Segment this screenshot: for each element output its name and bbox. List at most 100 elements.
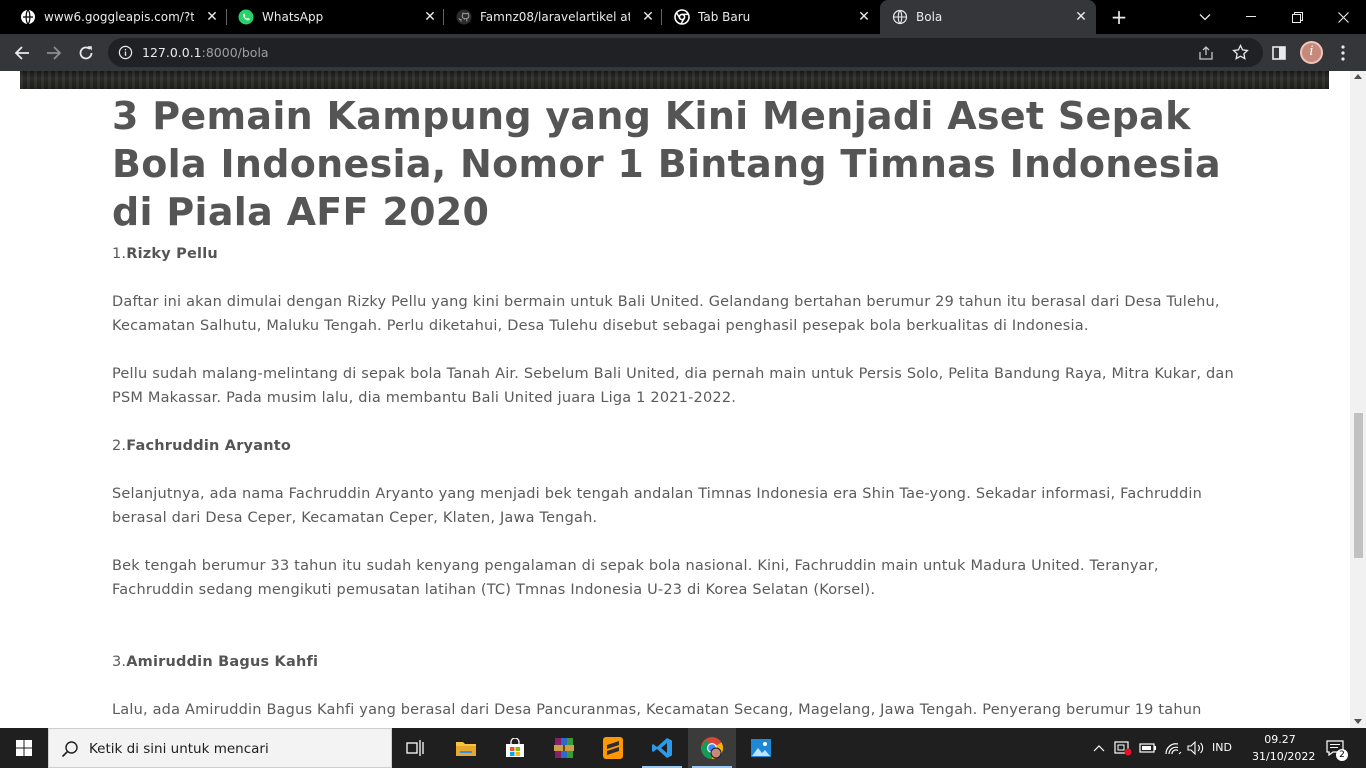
- avatar-letter: i: [1309, 44, 1314, 59]
- url-path: :8000/bola: [201, 45, 269, 60]
- tab-title: WhatsApp: [262, 10, 324, 24]
- profile-avatar[interactable]: i: [1300, 41, 1323, 64]
- section-heading: 3.Amiruddin Bagus Kahfi: [112, 650, 1242, 674]
- browser-toolbar: 127.0.0.1:8000/bola i: [0, 34, 1366, 71]
- close-tab-icon[interactable]: ✕: [422, 9, 438, 25]
- chrome-icon: [701, 737, 723, 759]
- minimize-button[interactable]: [1228, 0, 1274, 34]
- menu-button[interactable]: [1332, 42, 1354, 64]
- chrome-button[interactable]: [688, 728, 736, 768]
- close-tab-icon[interactable]: ✕: [640, 9, 656, 25]
- tab-title: www6.goggleapis.com/?tem: [44, 10, 194, 24]
- article: 3 Pemain Kampung yang Kini Menjadi Aset …: [112, 92, 1242, 722]
- photos-button[interactable]: [737, 728, 785, 768]
- page-scrollbar[interactable]: [1350, 71, 1366, 728]
- battery-icon: [1139, 743, 1156, 753]
- close-tab-icon[interactable]: ✕: [856, 9, 872, 25]
- tab-new-tab[interactable]: Tab Baru ✕: [662, 0, 878, 34]
- globe-icon: [892, 9, 908, 25]
- store-icon: [506, 738, 524, 757]
- tab-whatsapp[interactable]: WhatsApp ✕: [226, 0, 442, 34]
- player-name: Amiruddin Bagus Kahfi: [126, 654, 319, 670]
- section-number: 2.: [112, 438, 127, 454]
- file-explorer-button[interactable]: [442, 728, 490, 768]
- arrow-left-icon: [14, 46, 29, 60]
- tab-github[interactable]: Famnz08/laravelartikel at ma ✕: [444, 0, 660, 34]
- show-hidden-icons-button[interactable]: [1090, 728, 1108, 768]
- tab-title: Bola: [916, 10, 943, 24]
- info-icon[interactable]: [118, 45, 133, 60]
- share-icon[interactable]: [1198, 45, 1214, 61]
- scrollbar-thumb[interactable]: [1354, 413, 1363, 558]
- reload-button[interactable]: [75, 42, 97, 64]
- tab-goggleapis[interactable]: www6.goggleapis.com/?tem ✕: [8, 0, 224, 34]
- taskbar-search[interactable]: Ketik di sini untuk mencari: [48, 728, 392, 768]
- battery-button[interactable]: [1137, 728, 1159, 768]
- sublime-icon: [603, 737, 623, 759]
- player-name: Rizky Pellu: [126, 246, 218, 262]
- close-window-button[interactable]: [1320, 0, 1366, 34]
- side-panel-icon: [1272, 46, 1286, 60]
- winrar-icon: [554, 738, 574, 758]
- clock-date: 31/10/2022: [1252, 750, 1316, 763]
- taskbar-clock[interactable]: 09.27 31/10/2022: [1252, 731, 1316, 765]
- close-icon: [1337, 11, 1349, 23]
- network-button[interactable]: [1162, 728, 1184, 768]
- new-tab-button[interactable]: +: [1108, 6, 1130, 28]
- chevron-up-icon: [1093, 744, 1105, 751]
- volume-button[interactable]: [1185, 728, 1207, 768]
- section-number: 3.: [112, 654, 127, 670]
- notification-center-button[interactable]: [1320, 728, 1350, 768]
- input-language-indicator[interactable]: IND: [1212, 741, 1232, 754]
- back-button[interactable]: [11, 42, 33, 64]
- windows-taskbar: Ketik di sini untuk mencari IND 09.27 31: [0, 728, 1366, 768]
- close-tab-icon[interactable]: ✕: [1073, 9, 1089, 25]
- forward-button[interactable]: [43, 42, 65, 64]
- tab-strip: www6.goggleapis.com/?tem ✕ WhatsApp ✕ Fa…: [0, 0, 1366, 34]
- article-paragraph: Daftar ini akan dimulai dengan Rizky Pel…: [112, 294, 1220, 334]
- vscode-button[interactable]: [638, 728, 686, 768]
- side-panel-button[interactable]: [1268, 42, 1290, 64]
- store-button[interactable]: [491, 728, 539, 768]
- close-tab-icon[interactable]: ✕: [204, 9, 220, 25]
- tab-bola[interactable]: Bola ✕: [880, 0, 1096, 34]
- wifi-icon: [1165, 743, 1182, 755]
- speaker-icon: [1187, 741, 1204, 755]
- task-view-icon: [406, 740, 424, 756]
- camera-alert-icon: [1114, 741, 1132, 756]
- search-placeholder: Ketik di sini untuk mencari: [89, 741, 269, 757]
- article-title: 3 Pemain Kampung yang Kini Menjadi Aset …: [112, 94, 1221, 234]
- address-bar[interactable]: 127.0.0.1:8000/bola: [108, 38, 1263, 67]
- vscode-icon: [652, 738, 672, 758]
- bookmark-star-icon[interactable]: [1232, 44, 1249, 61]
- section-number: 1.: [112, 246, 127, 262]
- windows-logo-icon: [16, 740, 32, 756]
- chevron-down-icon: [1199, 14, 1211, 21]
- section-heading: 1.Rizky Pellu: [112, 242, 1242, 266]
- article-paragraph: Selanjutnya, ada nama Fachruddin Aryanto…: [112, 486, 1202, 526]
- folder-icon: [456, 742, 476, 756]
- reload-icon: [79, 46, 93, 60]
- url-text[interactable]: 127.0.0.1:8000/bola: [142, 45, 269, 60]
- minimize-icon: [1246, 16, 1256, 17]
- whatsapp-icon: [238, 9, 254, 25]
- url-host: 127.0.0.1: [142, 45, 202, 60]
- photos-icon: [751, 739, 771, 757]
- section-heading: 2.Fachruddin Aryanto: [112, 434, 1242, 458]
- winrar-button[interactable]: [540, 728, 588, 768]
- task-view-button[interactable]: [392, 728, 440, 768]
- github-icon: [456, 9, 472, 25]
- page-viewport: 3 Pemain Kampung yang Kini Menjadi Aset …: [0, 71, 1350, 728]
- tab-search-button[interactable]: [1182, 0, 1228, 34]
- restore-icon: [1291, 11, 1303, 23]
- restore-button[interactable]: [1274, 0, 1320, 34]
- sublime-text-button[interactable]: [589, 728, 637, 768]
- meet-now-button[interactable]: [1112, 728, 1134, 768]
- chrome-icon: [674, 9, 690, 25]
- start-button[interactable]: [0, 728, 48, 768]
- scroll-up-arrow[interactable]: [1354, 74, 1362, 79]
- scroll-down-arrow[interactable]: [1354, 719, 1362, 724]
- notification-count-badge: 2: [1336, 749, 1348, 761]
- hero-image: [20, 71, 1329, 89]
- search-icon: [61, 741, 78, 758]
